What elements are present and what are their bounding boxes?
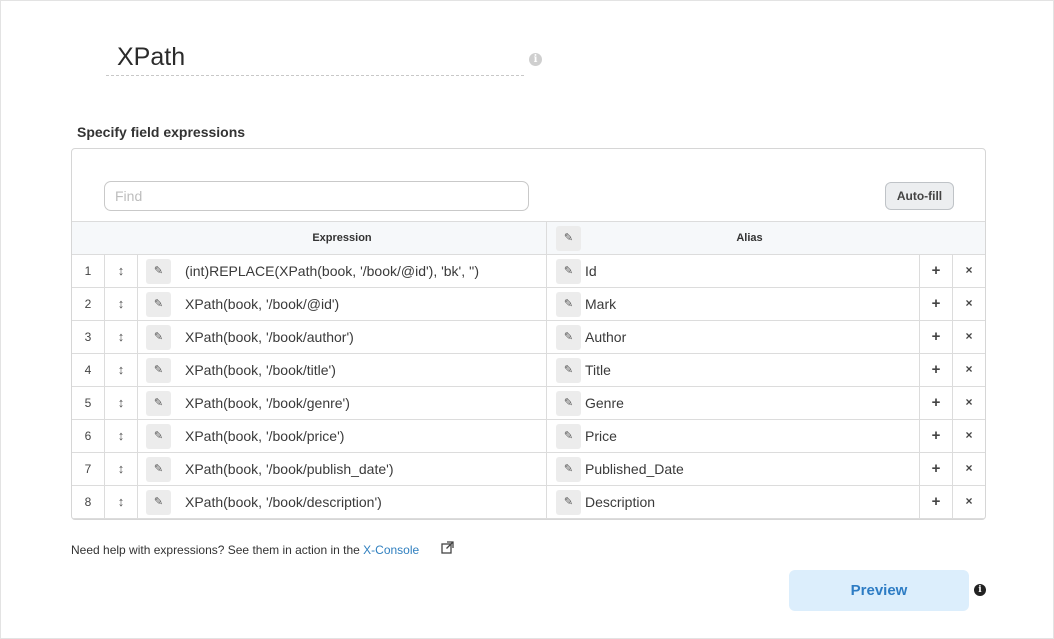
table-row: 3 ↕ ✎ XPath(book, '/book/author') ✎ Auth… [72,321,985,354]
row-number: 5 [84,396,92,410]
expression-value[interactable]: XPath(book, '/book/price') [185,428,344,444]
expression-value[interactable]: XPath(book, '/book/author') [185,329,354,345]
alias-value[interactable]: Title [585,362,611,378]
remove-row-button[interactable]: × [953,296,985,310]
row-number: 2 [84,297,92,311]
expression-value[interactable]: XPath(book, '/book/genre') [185,395,350,411]
section-label: Specify field expressions [77,124,246,140]
row-number: 7 [84,462,92,476]
edit-expression-icon[interactable]: ✎ [146,457,171,482]
drag-handle-icon[interactable]: ↕ [105,494,137,509]
row-number: 1 [84,264,92,278]
alias-autofill-icon[interactable]: ✎ [556,424,581,449]
alias-value[interactable]: Description [585,494,655,510]
expression-value[interactable]: XPath(book, '/book/description') [185,494,382,510]
table-row: 4 ↕ ✎ XPath(book, '/book/title') ✎ Title… [72,354,985,387]
row-number: 6 [84,429,92,443]
add-row-button[interactable]: + [920,427,952,444]
drag-handle-icon[interactable]: ↕ [105,263,137,278]
row-number: 8 [84,495,92,509]
add-row-button[interactable]: + [920,295,952,312]
alias-value[interactable]: Id [585,263,597,279]
drag-handle-icon[interactable]: ↕ [105,461,137,476]
add-row-button[interactable]: + [920,361,952,378]
table-row: 6 ↕ ✎ XPath(book, '/book/price') ✎ Price… [72,420,985,453]
add-row-button[interactable]: + [920,460,952,477]
preview-button[interactable]: Preview [789,570,969,611]
edit-expression-icon[interactable]: ✎ [146,391,171,416]
table-header: Expression ✎ Alias [72,221,985,255]
edit-expression-icon[interactable]: ✎ [146,325,171,350]
table-row: 8 ↕ ✎ XPath(book, '/book/description') ✎… [72,486,985,519]
expression-value[interactable]: XPath(book, '/book/publish_date') [185,461,393,477]
alias-autofill-icon[interactable]: ✎ [556,358,581,383]
column-header-alias: Alias [736,232,763,244]
drag-handle-icon[interactable]: ↕ [105,428,137,443]
drag-handle-icon[interactable]: ↕ [105,362,137,377]
add-row-button[interactable]: + [920,493,952,510]
info-icon[interactable]: i [529,53,542,66]
alias-value[interactable]: Published_Date [585,461,684,477]
alias-autofill-icon[interactable]: ✎ [556,226,581,251]
auto-fill-button[interactable]: Auto-fill [885,182,954,210]
remove-row-button[interactable]: × [953,494,985,508]
field-expressions-panel: Auto-fill Expression ✎ Alias 1 ↕ ✎ (int)… [71,148,986,520]
expression-value[interactable]: XPath(book, '/book/@id') [185,296,339,312]
title-field[interactable]: XPath [106,40,524,76]
alias-value[interactable]: Price [585,428,617,444]
column-header-expression: Expression [312,232,372,244]
alias-value[interactable]: Author [585,329,626,345]
remove-row-button[interactable]: × [953,428,985,442]
alias-value[interactable]: Genre [585,395,624,411]
x-console-link[interactable]: X-Console [363,543,419,557]
remove-row-button[interactable]: × [953,263,985,277]
table-row: 7 ↕ ✎ XPath(book, '/book/publish_date') … [72,453,985,486]
alias-value[interactable]: Mark [585,296,616,312]
drag-handle-icon[interactable]: ↕ [105,395,137,410]
external-link-icon[interactable] [441,541,454,554]
table-row: 2 ↕ ✎ XPath(book, '/book/@id') ✎ Mark + … [72,288,985,321]
alias-autofill-icon[interactable]: ✎ [556,292,581,317]
row-number: 3 [84,330,92,344]
find-input[interactable] [104,181,529,211]
help-text: Need help with expressions? See them in … [71,543,419,557]
alias-autofill-icon[interactable]: ✎ [556,457,581,482]
edit-expression-icon[interactable]: ✎ [146,292,171,317]
add-row-button[interactable]: + [920,262,952,279]
edit-expression-icon[interactable]: ✎ [146,358,171,383]
page-title[interactable]: XPath [117,43,185,72]
edit-expression-icon[interactable]: ✎ [146,259,171,284]
preview-info-icon[interactable]: i [974,584,986,596]
table-row: 5 ↕ ✎ XPath(book, '/book/genre') ✎ Genre… [72,387,985,420]
edit-expression-icon[interactable]: ✎ [146,490,171,515]
alias-autofill-icon[interactable]: ✎ [556,490,581,515]
remove-row-button[interactable]: × [953,329,985,343]
expression-value[interactable]: XPath(book, '/book/title') [185,362,336,378]
table-row: 1 ↕ ✎ (int)REPLACE(XPath(book, '/book/@i… [72,255,985,288]
alias-autofill-icon[interactable]: ✎ [556,391,581,416]
drag-handle-icon[interactable]: ↕ [105,296,137,311]
expressions-table: Expression ✎ Alias 1 ↕ ✎ (int)REPLACE(XP… [72,221,985,519]
add-row-button[interactable]: + [920,328,952,345]
remove-row-button[interactable]: × [953,395,985,409]
remove-row-button[interactable]: × [953,362,985,376]
row-number: 4 [84,363,92,377]
help-text-label: Need help with expressions? See them in … [71,543,364,557]
alias-autofill-icon[interactable]: ✎ [556,325,581,350]
expression-value[interactable]: (int)REPLACE(XPath(book, '/book/@id'), '… [185,263,479,279]
remove-row-button[interactable]: × [953,461,985,475]
alias-autofill-icon[interactable]: ✎ [556,259,581,284]
drag-handle-icon[interactable]: ↕ [105,329,137,344]
edit-expression-icon[interactable]: ✎ [146,424,171,449]
add-row-button[interactable]: + [920,394,952,411]
